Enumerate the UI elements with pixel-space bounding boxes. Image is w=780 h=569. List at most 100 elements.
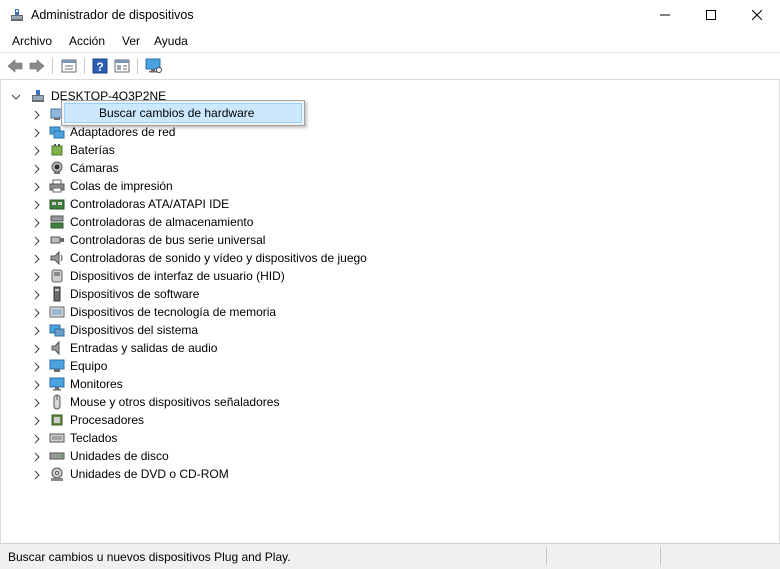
hid-icon xyxy=(49,268,65,284)
chevron-right-icon[interactable] xyxy=(32,109,42,120)
chevron-right-icon[interactable] xyxy=(32,451,42,462)
help-icon[interactable]: ? xyxy=(91,57,109,75)
device-tree[interactable]: DESKTOP-4O3P2NE Adaptadores de red Batería… xyxy=(0,80,780,543)
svg-text:?: ? xyxy=(96,60,103,74)
toolbar: ? xyxy=(0,53,780,80)
tree-item[interactable]: Dispositivos de software xyxy=(1,285,761,303)
computer-root-icon xyxy=(30,88,46,104)
status-text: Buscar cambios u nuevos dispositivos Plu… xyxy=(8,550,291,564)
chevron-right-icon[interactable] xyxy=(32,181,42,192)
tree-item[interactable]: Dispositivos del sistema xyxy=(1,321,761,339)
tree-item[interactable]: Teclados xyxy=(1,429,761,447)
chevron-right-icon[interactable] xyxy=(32,379,42,390)
system-device-icon xyxy=(49,322,65,338)
tree-item-label: Mouse y otros dispositivos señaladores xyxy=(70,395,280,409)
window-title: Administrador de dispositivos xyxy=(31,8,194,22)
memory-device-icon xyxy=(49,304,65,320)
chevron-right-icon[interactable] xyxy=(32,415,42,426)
maximize-button[interactable] xyxy=(688,0,734,30)
chevron-right-icon[interactable] xyxy=(32,127,42,138)
tree-item-label: Controladoras ATA/ATAPI IDE xyxy=(70,197,230,211)
audio-io-icon xyxy=(49,340,65,356)
chevron-right-icon[interactable] xyxy=(32,343,42,354)
view-icon[interactable] xyxy=(113,57,131,75)
status-bar: Buscar cambios u nuevos dispositivos Plu… xyxy=(0,543,780,569)
properties-icon[interactable] xyxy=(60,57,78,75)
chevron-right-icon[interactable] xyxy=(32,361,42,372)
tree-item[interactable]: Dispositivos de tecnología de memoria xyxy=(1,303,761,321)
dvd-drive-icon xyxy=(49,466,65,482)
tree-item-label: Unidades de disco xyxy=(70,449,169,463)
monitor-icon xyxy=(49,376,65,392)
tree-item[interactable]: Procesadores xyxy=(1,411,761,429)
tree-item-label: Controladoras de sonido y vídeo y dispos… xyxy=(70,251,367,265)
chevron-right-icon[interactable] xyxy=(32,307,42,318)
menu-bar: Archivo Acción Ver Ayuda xyxy=(0,30,780,53)
chevron-right-icon[interactable] xyxy=(32,325,42,336)
chevron-right-icon[interactable] xyxy=(32,253,42,264)
software-device-icon xyxy=(49,286,65,302)
close-button[interactable] xyxy=(734,0,780,30)
tree-item[interactable]: Monitores xyxy=(1,375,761,393)
menu-ver[interactable]: Ver xyxy=(122,34,140,48)
tree-item-label: Dispositivos de software xyxy=(70,287,200,301)
tree-item[interactable]: Controladoras de almacenamiento xyxy=(1,213,761,231)
processor-icon xyxy=(49,412,65,428)
monitor-scan-icon[interactable] xyxy=(145,57,163,75)
tree-item-label: Dispositivos de interfaz de usuario (HID… xyxy=(70,269,285,283)
storage-controller-icon xyxy=(49,214,65,230)
chevron-right-icon[interactable] xyxy=(32,433,42,444)
keyboard-icon xyxy=(49,430,65,446)
device-manager-icon xyxy=(10,8,24,22)
tree-item-label: Controladoras de almacenamiento xyxy=(70,215,254,229)
tree-item-label: Unidades de DVD o CD-ROM xyxy=(70,467,229,481)
back-arrow-icon[interactable] xyxy=(6,57,24,75)
disk-drive-icon xyxy=(49,448,65,464)
title-bar: Administrador de dispositivos xyxy=(0,0,780,30)
minimize-button[interactable] xyxy=(642,0,688,30)
menu-archivo[interactable]: Archivo xyxy=(12,34,52,48)
chevron-right-icon[interactable] xyxy=(32,145,42,156)
tree-item[interactable]: Entradas y salidas de audio xyxy=(1,339,761,357)
chevron-right-icon[interactable] xyxy=(32,289,42,300)
battery-icon xyxy=(49,142,65,158)
tree-item[interactable]: Controladoras de bus serie universal xyxy=(1,231,761,249)
tree-item-label: Adaptadores de red xyxy=(70,125,176,139)
tree-item[interactable]: Unidades de disco xyxy=(1,447,761,465)
chevron-right-icon[interactable] xyxy=(32,397,42,408)
tree-item[interactable]: Mouse y otros dispositivos señaladores xyxy=(1,393,761,411)
network-adapter-icon xyxy=(49,124,65,140)
mouse-icon xyxy=(49,394,65,410)
chevron-right-icon[interactable] xyxy=(32,217,42,228)
tree-item-label: Colas de impresión xyxy=(70,179,173,193)
camera-icon xyxy=(49,160,65,176)
tree-item[interactable]: Controladoras de sonido y vídeo y dispos… xyxy=(1,249,761,267)
tree-item[interactable]: Baterías xyxy=(1,141,761,159)
forward-arrow-icon[interactable] xyxy=(28,57,46,75)
tree-item[interactable]: Equipo xyxy=(1,357,761,375)
tree-item[interactable]: Dispositivos de interfaz de usuario (HID… xyxy=(1,267,761,285)
tree-item-label: Procesadores xyxy=(70,413,145,427)
tree-item[interactable]: Unidades de DVD o CD-ROM xyxy=(1,465,761,483)
tree-item-label: Baterías xyxy=(70,143,115,157)
tree-item-label: Controladoras de bus serie universal xyxy=(70,233,266,247)
tree-item[interactable]: Controladoras ATA/ATAPI IDE xyxy=(1,195,761,213)
chevron-right-icon[interactable] xyxy=(32,163,42,174)
tree-item-label: Monitores xyxy=(70,377,123,391)
ide-controller-icon xyxy=(49,196,65,212)
tree-item-label: Cámaras xyxy=(70,161,119,175)
tree-item[interactable]: Colas de impresión xyxy=(1,177,761,195)
chevron-right-icon[interactable] xyxy=(32,271,42,282)
printer-icon xyxy=(49,178,65,194)
context-item-label: Buscar cambios de hardware xyxy=(99,106,255,120)
chevron-right-icon[interactable] xyxy=(32,199,42,210)
menu-accion[interactable]: Acción xyxy=(69,34,105,48)
speaker-icon xyxy=(49,250,65,266)
chevron-down-icon[interactable] xyxy=(11,91,21,101)
menu-item-scan-hardware-changes[interactable]: Buscar cambios de hardware xyxy=(64,103,302,123)
tree-item[interactable]: Cámaras xyxy=(1,159,761,177)
menu-ayuda[interactable]: Ayuda xyxy=(154,34,188,48)
tree-item-label: Dispositivos del sistema xyxy=(70,323,199,337)
chevron-right-icon[interactable] xyxy=(32,469,42,480)
chevron-right-icon[interactable] xyxy=(32,235,42,246)
